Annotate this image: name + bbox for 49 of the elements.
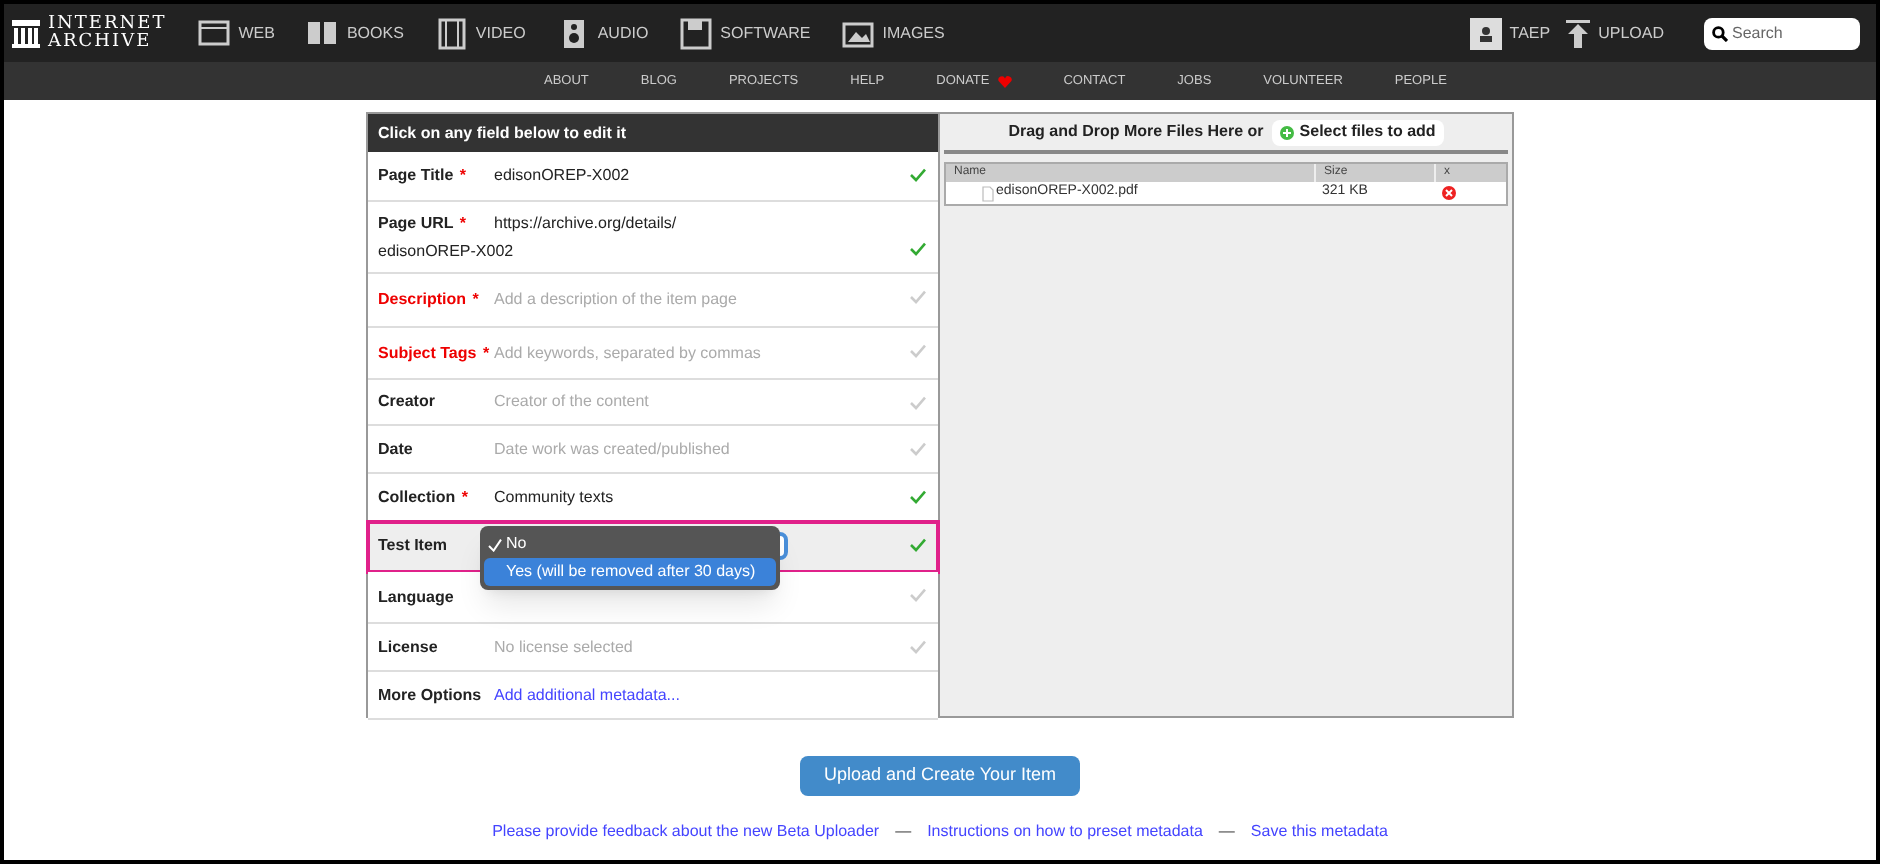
drop-prompt: Drag and Drop More Files Here or <box>1008 120 1264 144</box>
person-icon <box>1477 25 1494 41</box>
nav-link[interactable]: AUDIO <box>557 17 649 49</box>
field-label: Creator <box>378 390 437 414</box>
footer-link[interactable]: Instructions on how to preset metadata <box>927 820 1203 844</box>
upload-button[interactable]: Upload and Create Your Item <box>799 756 1081 796</box>
field-label: More Options <box>378 683 484 707</box>
nav-link[interactable]: IMAGES <box>842 17 945 49</box>
book-icon <box>306 17 339 49</box>
metadata-link[interactable]: Add additional metadata... <box>494 683 680 707</box>
separator-dash: — <box>895 820 912 844</box>
field-value[interactable]: edisonOREP-X002 <box>494 164 630 188</box>
plus-icon <box>1279 125 1294 139</box>
separator-dash: — <box>1218 820 1235 844</box>
field-label: License <box>378 635 440 659</box>
field-label: Language <box>378 585 456 609</box>
field-label: Date <box>378 437 415 461</box>
footer-link[interactable]: Please provide feedback about the new Beta Uploader <box>492 820 880 844</box>
field-label: Subject Tags * <box>378 341 492 365</box>
picture-icon <box>842 17 875 49</box>
film-icon <box>435 17 468 49</box>
nav-link[interactable]: WEB <box>198 17 275 49</box>
field-value[interactable]: https://archive.org/details/ <box>494 211 677 235</box>
building-logo-icon <box>12 19 40 47</box>
upload-arrow-icon <box>1566 19 1591 47</box>
dropdown-option[interactable]: No <box>484 530 776 558</box>
document-icon <box>982 185 994 201</box>
remove-icon <box>1442 186 1456 200</box>
field-label: Page Title * <box>378 164 469 188</box>
nav-link[interactable]: SOFTWARE <box>680 17 811 49</box>
field-label: Page URL * <box>378 211 468 235</box>
heart-icon <box>997 75 1012 87</box>
logo-text[interactable]: INTERNET ARCHIVE <box>48 15 167 51</box>
footer-link[interactable]: Save this metadata <box>1250 820 1388 844</box>
dropdown-option[interactable]: Yes (will be removed after 30 days) <box>484 558 776 586</box>
form-header: Click on any field below to edit it <box>368 114 938 152</box>
select-files-button[interactable]: Select files to add <box>1271 119 1444 145</box>
user-link[interactable]: TAEP <box>1469 17 1551 49</box>
field-label: Description * <box>378 288 481 312</box>
field-value[interactable]: edisonOREP-X002 <box>378 239 514 263</box>
upload-link[interactable]: UPLOAD <box>1566 19 1664 47</box>
search-field[interactable]: Search <box>1704 17 1860 49</box>
field-label: Test Item <box>378 534 450 558</box>
nav-link[interactable]: BOOKS <box>306 17 404 49</box>
field-value[interactable]: Community texts <box>494 485 614 509</box>
field-label: Collection * <box>378 485 471 509</box>
checkmark-icon <box>488 537 502 551</box>
nav-link[interactable]: VIDEO <box>435 17 526 49</box>
browser-window-icon <box>198 17 231 49</box>
